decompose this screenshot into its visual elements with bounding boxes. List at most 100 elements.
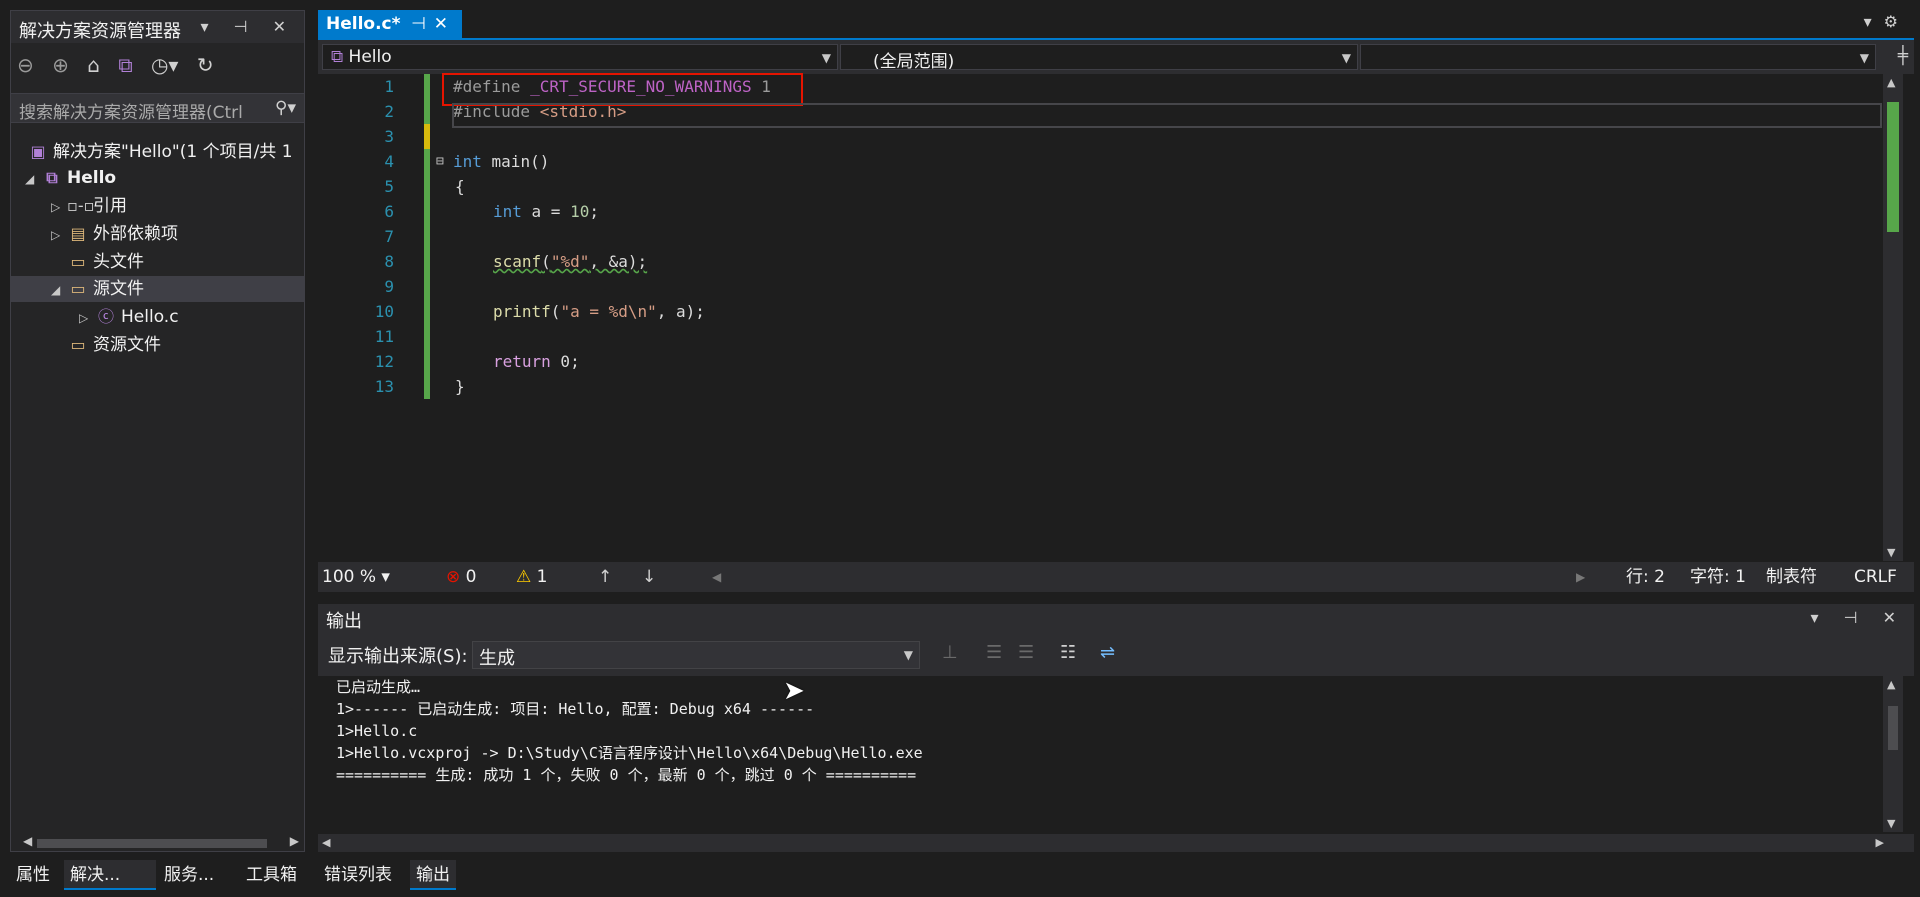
error-icon: ⊗: [446, 567, 461, 587]
clear-all-icon[interactable]: ☷: [1060, 642, 1076, 663]
tabs-indicator[interactable]: 制表符: [1766, 562, 1817, 592]
chevron-down-icon: ▼: [821, 51, 831, 65]
code-editor[interactable]: 1 #define _CRT_SECURE_NO_WARNINGS 1 2 #inc…: [318, 74, 1883, 561]
code-line: 8 scanf("%d", &a);: [318, 249, 1883, 274]
tab-server-explorer[interactable]: 服务...: [158, 860, 220, 890]
references-icon: ▫-▫: [67, 196, 95, 215]
solution-explorer-panel: 解决方案资源管理器 ▾ ⊣ ✕ ⊖ ⊕ ⌂ ⧉ ◷▾ ↻ 搜索解决方案资源管理器…: [10, 10, 305, 852]
output-title: 输出: [326, 611, 362, 632]
scroll-up-icon[interactable]: ▲: [1887, 76, 1895, 89]
tab-title: Hello.c*: [326, 14, 401, 34]
find-message-icon[interactable]: ⊥: [942, 642, 958, 663]
tab-output[interactable]: 输出: [410, 860, 456, 890]
scroll-left-icon[interactable]: ◀: [712, 562, 721, 592]
scroll-down-icon[interactable]: ▼: [1887, 817, 1895, 830]
solution-search-input[interactable]: 搜索解决方案资源管理器(Ctrl ⚲▾: [11, 93, 304, 123]
filter-folder-icon: ▭: [70, 279, 86, 298]
expand-icon[interactable]: ▷: [51, 222, 67, 247]
error-count[interactable]: ⊗ 0: [446, 562, 476, 592]
next-message-icon[interactable]: ☰: [1018, 642, 1034, 663]
panel-window-buttons[interactable]: ▾ ⊣ ✕: [200, 17, 296, 36]
tree-item-hello-c[interactable]: ▷ ⓒ Hello.c: [11, 304, 304, 330]
document-tab-hello-c[interactable]: Hello.c* ⊣✕: [318, 10, 462, 40]
navigation-bar: ⧉ Hello ▼ (全局范围) ▼ ▼ ╪: [318, 40, 1914, 74]
tab-properties[interactable]: 属性: [10, 860, 56, 890]
collapse-icon[interactable]: ◢: [25, 166, 41, 191]
tab-error-list[interactable]: 错误列表: [318, 860, 398, 890]
scrollbar-thumb[interactable]: [37, 839, 267, 848]
tree-item-header-files[interactable]: ▭ 头文件: [11, 249, 304, 275]
solution-horizontal-scrollbar[interactable]: ◀ ▶: [23, 834, 299, 852]
vs-icon[interactable]: ⧉: [118, 53, 132, 77]
expand-icon[interactable]: ▷: [79, 305, 95, 330]
warning-count[interactable]: ⚠ 1: [516, 562, 547, 592]
split-icon[interactable]: ╪: [1898, 46, 1908, 66]
dropdown-icon: ▾: [1863, 12, 1884, 31]
tab-solution-explorer[interactable]: 解决...: [64, 860, 156, 890]
output-vertical-scrollbar[interactable]: ▲ ▼: [1883, 676, 1903, 832]
eol-indicator[interactable]: CRLF: [1854, 562, 1897, 592]
zoom-combo[interactable]: 100 % ▾: [322, 562, 390, 592]
code-line: 9: [318, 274, 1883, 299]
editor-vertical-scrollbar[interactable]: ▲ ▼: [1883, 74, 1903, 561]
filter-folder-icon: ▭: [70, 252, 86, 271]
tree-item-external-deps[interactable]: ▷ ▤ 外部依赖项: [11, 221, 304, 247]
search-icon[interactable]: ⚲▾: [275, 98, 296, 118]
panel-window-buttons[interactable]: ▾ ⊣ ✕: [1810, 608, 1906, 627]
project-icon: ⧉: [46, 168, 58, 187]
mouse-cursor-icon: ➤: [783, 676, 805, 706]
warning-icon: ⚠: [516, 567, 532, 587]
output-text-area[interactable]: 已启动生成… 1>------ 已启动生成: 项目: Hello, 配置: De…: [318, 676, 1883, 832]
scroll-left-icon[interactable]: ◀: [23, 834, 32, 848]
project-combo[interactable]: ⧉ Hello ▼: [322, 44, 838, 70]
forward-icon[interactable]: ⊕: [52, 53, 69, 77]
scrollbar-thumb[interactable]: [1888, 706, 1898, 750]
prev-issue-icon[interactable]: ↑: [598, 562, 612, 592]
tree-item-source-files[interactable]: ◢ ▭ 源文件: [11, 276, 304, 302]
refresh-icon[interactable]: ↻: [197, 53, 214, 77]
collapse-outline-icon[interactable]: ⊟: [436, 149, 444, 174]
home-icon[interactable]: ⌂: [87, 53, 100, 77]
output-line: ========== 生成: 成功 1 个，失败 0 个，最新 0 个，跳过 0…: [336, 766, 917, 784]
member-combo[interactable]: ▼: [1360, 44, 1876, 70]
scroll-right-icon[interactable]: ▶: [1876, 836, 1884, 849]
bottom-tabs-right: 错误列表 输出: [318, 860, 718, 890]
code-line: 10 printf("a = %d\n", a);: [318, 299, 1883, 324]
solution-explorer-title: 解决方案资源管理器: [19, 21, 181, 42]
scrollbar-change-marker: [1887, 102, 1899, 232]
code-line: 6 int a = 10;: [318, 199, 1883, 224]
settings-icon: ⚙: [1883, 12, 1910, 31]
close-icon: ✕: [433, 14, 456, 34]
output-horizontal-scrollbar[interactable]: ◀ ▶: [318, 834, 1914, 852]
tree-item-project[interactable]: ◢ ⧉ Hello: [11, 165, 304, 191]
scroll-right-icon[interactable]: ▶: [1576, 562, 1585, 592]
back-icon[interactable]: ⊖: [17, 53, 34, 77]
search-placeholder: 搜索解决方案资源管理器(Ctrl: [19, 103, 243, 123]
scope-combo[interactable]: (全局范围) ▼: [840, 44, 1358, 72]
tab-buttons[interactable]: ⊣✕: [411, 14, 456, 34]
code-line: 13}: [318, 374, 1883, 399]
output-line: 1>Hello.vcxproj -> D:\Study\C语言程序设计\Hell…: [336, 744, 923, 762]
output-line: 1>------ 已启动生成: 项目: Hello, 配置: Debug x64…: [336, 700, 815, 718]
code-line: 11: [318, 324, 1883, 349]
tab-toolbox[interactable]: 工具箱: [240, 860, 303, 890]
output-source-combo[interactable]: 生成 ▼: [472, 641, 920, 669]
collapse-icon[interactable]: ◢: [51, 277, 67, 302]
expand-icon[interactable]: ▷: [51, 194, 67, 219]
solution-explorer-title-bar: 解决方案资源管理器 ▾ ⊣ ✕: [11, 11, 304, 43]
tree-item-solution[interactable]: ▣ 解决方案"Hello"(1 个项目/共 1: [11, 139, 304, 165]
scroll-left-icon[interactable]: ◀: [322, 836, 330, 849]
tree-item-resource-files[interactable]: ▭ 资源文件: [11, 332, 304, 358]
solution-explorer-toolbar: ⊖ ⊕ ⌂ ⧉ ◷▾ ↻: [11, 45, 304, 87]
prev-message-icon[interactable]: ☰: [986, 642, 1002, 663]
code-line: 12 return 0;: [318, 349, 1883, 374]
next-issue-icon[interactable]: ↓: [642, 562, 656, 592]
word-wrap-icon[interactable]: ⇌: [1100, 642, 1115, 663]
scroll-right-icon[interactable]: ▶: [290, 834, 299, 848]
tree-item-references[interactable]: ▷ ▫-▫引用: [11, 193, 304, 219]
history-icon[interactable]: ◷▾: [151, 53, 179, 77]
output-source-label: 显示输出来源(S):: [328, 646, 468, 667]
scroll-up-icon[interactable]: ▲: [1887, 678, 1895, 691]
scroll-down-icon[interactable]: ▼: [1887, 546, 1895, 559]
tab-overflow-buttons[interactable]: ▾⚙: [1864, 12, 1910, 31]
